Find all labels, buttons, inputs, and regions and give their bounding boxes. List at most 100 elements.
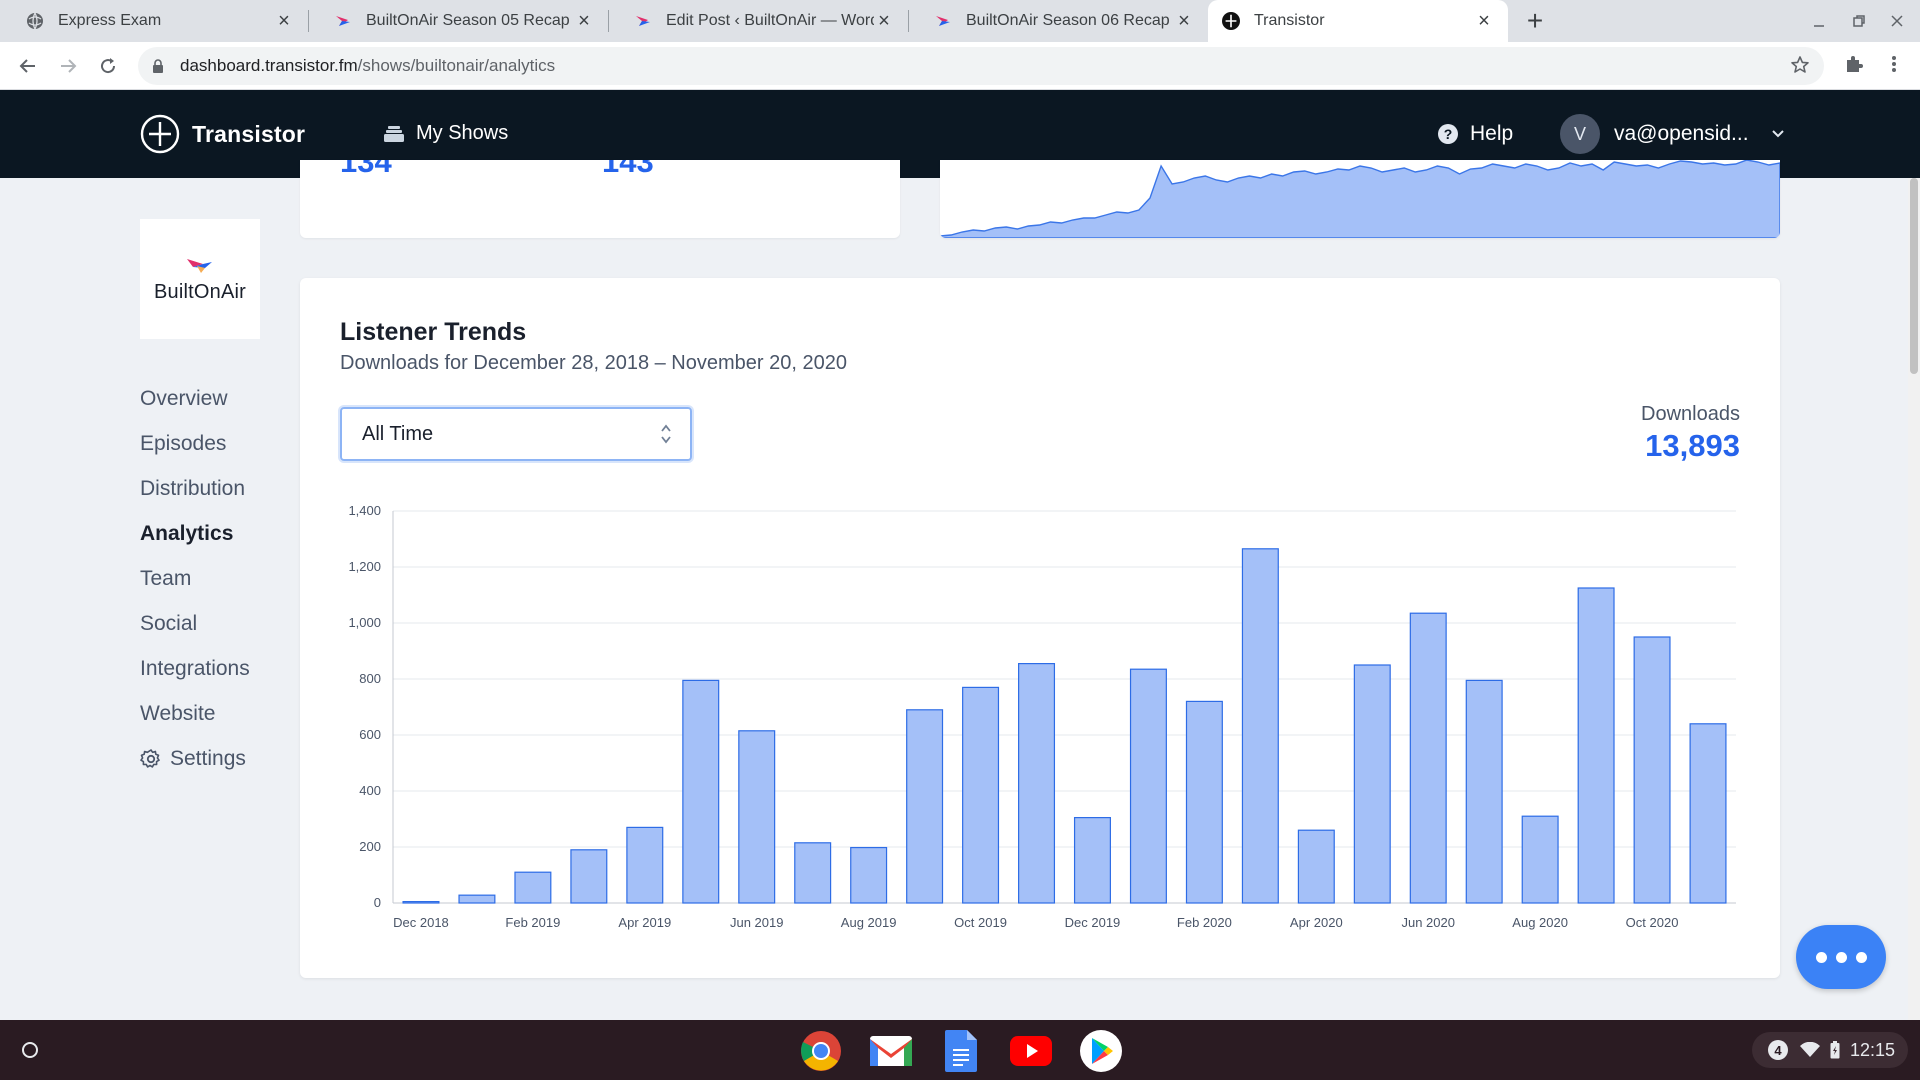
new-tab-button[interactable]: + [1520, 5, 1550, 36]
browser-tab-title: Transistor [1254, 12, 1325, 29]
sidebar-item-overview[interactable]: Overview [140, 376, 250, 421]
close-icon[interactable]: × [574, 10, 594, 32]
sidebar-item-analytics[interactable]: Analytics [140, 511, 250, 556]
restore-icon[interactable] [1848, 10, 1870, 32]
sidebar-item-episodes[interactable]: Episodes [140, 421, 250, 466]
y-tick-label: 200 [359, 839, 381, 854]
kebab-menu-icon[interactable] [1884, 54, 1904, 79]
status-tray[interactable]: 4 12:15 [1752, 1032, 1908, 1068]
bar-sep-2020[interactable] [1577, 587, 1615, 904]
bar-jul-2019[interactable] [794, 842, 832, 904]
browser-tab-title: BuiltOnAir Season 06 Recap | Bu [966, 12, 1174, 29]
bar-aug-2019[interactable] [850, 846, 888, 904]
sidebar-item-distribution[interactable]: Distribution [140, 466, 250, 511]
bar-nov-2020[interactable] [1689, 723, 1727, 904]
help-link[interactable]: ? Help [1438, 122, 1513, 146]
bar-may-2020[interactable] [1353, 664, 1391, 904]
more-options-button[interactable] [1796, 925, 1886, 989]
user-email: va@opensid... [1614, 122, 1749, 145]
bar-feb-2019[interactable] [514, 871, 552, 904]
bar-jun-2020[interactable] [1409, 612, 1447, 904]
bar-apr-2020[interactable] [1297, 829, 1335, 904]
back-button[interactable] [14, 52, 42, 80]
x-tick-label: Oct 2020 [1626, 915, 1679, 930]
bar-oct-2019[interactable] [962, 686, 1000, 904]
builtonair-icon [934, 12, 952, 30]
stats-card: 134 143 [300, 160, 900, 238]
browser-tab-edit-post[interactable]: Edit Post ‹ BuiltOnAir — WordPre × [608, 0, 908, 42]
close-icon[interactable]: × [1474, 10, 1494, 32]
bar-oct-2020[interactable] [1633, 636, 1671, 904]
x-tick-label: Aug 2019 [841, 915, 897, 930]
transistor-logo-icon [140, 114, 180, 154]
arrow-left-icon [19, 59, 35, 73]
browser-tab-season-06[interactable]: BuiltOnAir Season 06 Recap | Bu × [908, 0, 1208, 42]
help-label: Help [1470, 122, 1514, 145]
bar-jun-2019[interactable] [738, 730, 776, 904]
bar-jul-2020[interactable] [1465, 679, 1503, 904]
chrome-icon[interactable] [800, 1030, 842, 1072]
launcher-button[interactable] [14, 1034, 46, 1066]
address-bar[interactable]: dashboard.transistor.fm/shows/builtonair… [138, 47, 1824, 85]
close-icon[interactable]: × [1174, 10, 1194, 32]
gear-icon [140, 748, 160, 768]
bookmark-star-icon[interactable] [1790, 55, 1810, 80]
close-icon[interactable]: × [874, 10, 894, 32]
bar-mar-2019[interactable] [570, 849, 608, 904]
help-icon: ? [1438, 124, 1458, 144]
sidebar-item-website[interactable]: Website [140, 691, 250, 736]
browser-toolbar: dashboard.transistor.fm/shows/builtonair… [0, 42, 1920, 90]
show-logo[interactable]: BuiltOnAir [140, 219, 260, 339]
arrow-right-icon [61, 59, 77, 73]
y-tick-label: 600 [359, 727, 381, 742]
user-menu[interactable]: V va@opensid... [1560, 114, 1785, 154]
y-tick-label: 1,200 [348, 559, 381, 574]
bar-sep-2019[interactable] [906, 709, 944, 904]
y-tick-label: 1,400 [348, 503, 381, 518]
bar-mar-2020[interactable] [1241, 548, 1279, 904]
url-path: /shows/builtonair/analytics [357, 56, 556, 75]
x-tick-label: Dec 2019 [1065, 915, 1121, 930]
more-icon [1855, 951, 1867, 963]
bar-dec-2019[interactable] [1073, 816, 1111, 904]
sidebar-item-settings[interactable]: Settings [140, 736, 250, 781]
browser-tab-title: Edit Post ‹ BuiltOnAir — WordPre [666, 12, 874, 29]
bar-dec-2018[interactable] [402, 900, 440, 904]
close-window-icon[interactable] [1886, 10, 1908, 32]
reload-button[interactable] [94, 52, 122, 80]
browser-tab-season-05[interactable]: BuiltOnAir Season 05 Recap | Bu × [308, 0, 608, 42]
globe-icon [26, 12, 44, 30]
bar-jan-2020[interactable] [1129, 668, 1167, 904]
sidebar-nav: Overview Episodes Distribution Analytics… [140, 376, 250, 781]
x-tick-label: Jun 2020 [1401, 915, 1455, 930]
play-store-icon[interactable] [1080, 1030, 1122, 1072]
wifi-icon [1800, 1042, 1820, 1057]
downloads-sparkline-card [940, 160, 1780, 238]
reload-icon [101, 58, 116, 74]
close-icon[interactable]: × [274, 10, 294, 32]
builtonair-icon [334, 12, 352, 30]
x-tick-label: Aug 2020 [1512, 915, 1568, 930]
extensions-puzzle-icon[interactable] [1844, 54, 1864, 79]
x-tick-label: Oct 2019 [954, 915, 1007, 930]
sidebar-item-team[interactable]: Team [140, 556, 250, 601]
youtube-icon[interactable] [1010, 1030, 1052, 1072]
browser-tab-express-exam[interactable]: Express Exam × [0, 0, 308, 42]
browser-tab-transistor[interactable]: Transistor × [1208, 0, 1508, 42]
bar-may-2019[interactable] [682, 679, 720, 904]
bar-feb-2020[interactable] [1185, 700, 1223, 904]
bar-aug-2020[interactable] [1521, 815, 1559, 904]
page-scrollbar-thumb[interactable] [1910, 178, 1918, 374]
forward-button[interactable] [54, 52, 82, 80]
minimize-icon[interactable] [1808, 10, 1830, 32]
sidebar-item-social[interactable]: Social [140, 601, 250, 646]
my-shows-label: My Shows [416, 122, 509, 144]
docs-icon[interactable] [940, 1030, 982, 1072]
my-shows-link[interactable]: My Shows [384, 122, 508, 145]
brand-logo-link[interactable]: Transistor [140, 114, 305, 154]
bar-nov-2019[interactable] [1018, 663, 1056, 904]
bar-apr-2019[interactable] [626, 826, 664, 904]
bar-jan-2019[interactable] [458, 894, 496, 904]
sidebar-item-integrations[interactable]: Integrations [140, 646, 250, 691]
gmail-icon[interactable] [870, 1030, 912, 1072]
